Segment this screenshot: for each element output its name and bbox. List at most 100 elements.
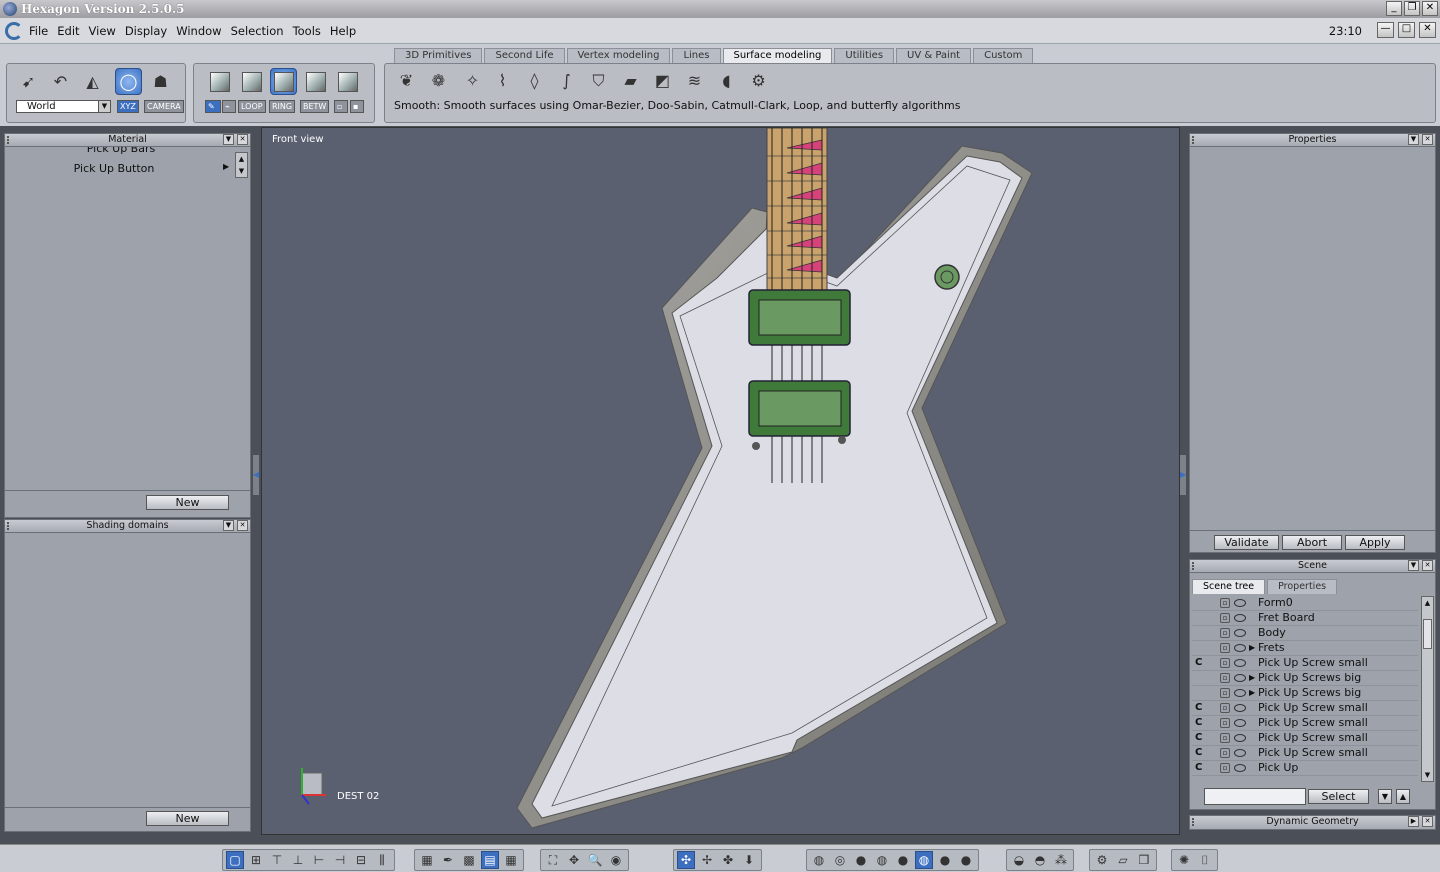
tab-scene-tree[interactable]: Scene tree bbox=[1192, 579, 1266, 594]
loop-button[interactable]: LOOP bbox=[238, 100, 266, 113]
panel-expand-icon[interactable]: ▶ bbox=[1408, 816, 1419, 827]
between-button[interactable]: BETW bbox=[300, 100, 330, 113]
minimize-button[interactable]: _ bbox=[1386, 1, 1402, 16]
lock-icon[interactable]: ▫ bbox=[1220, 613, 1230, 623]
scroll-up-icon[interactable]: ▲ bbox=[1422, 597, 1433, 609]
extrude-tool-icon[interactable]: ✧ bbox=[459, 67, 486, 94]
grid-dense-icon[interactable]: ▦ bbox=[502, 851, 520, 869]
menu-edit[interactable]: Edit bbox=[57, 24, 79, 38]
panel-menu-icon[interactable]: ▼ bbox=[1408, 134, 1419, 145]
eye-icon[interactable] bbox=[1234, 734, 1246, 742]
tab-3d-primitives[interactable]: 3D Primitives bbox=[394, 48, 483, 63]
eye-icon[interactable] bbox=[1234, 674, 1246, 682]
dynamic-geometry-header[interactable]: Dynamic Geometry ▶ ✕ bbox=[1190, 816, 1435, 829]
eye-icon[interactable] bbox=[1234, 659, 1246, 667]
material-item[interactable]: Pick Up Button bbox=[5, 162, 223, 175]
lasso-select-icon[interactable]: ⌁ bbox=[222, 100, 236, 113]
move-view-icon[interactable]: ✤ bbox=[719, 851, 737, 869]
flat-sphere-icon[interactable]: ● bbox=[852, 851, 870, 869]
eye-icon[interactable] bbox=[1234, 614, 1246, 622]
tree-row[interactable]: ▫ Body bbox=[1192, 626, 1418, 641]
chevron-up-icon[interactable]: ▲ bbox=[1396, 789, 1410, 804]
layout-two-vertical-icon[interactable]: ⫼ bbox=[373, 851, 391, 869]
layout-three-left-icon[interactable]: ⊢ bbox=[310, 851, 328, 869]
tab-lines[interactable]: Lines bbox=[672, 48, 721, 63]
tree-row[interactable]: ▫ ▶ Pick Up Screws big bbox=[1192, 686, 1418, 701]
tree-row[interactable]: C ▫ Pick Up bbox=[1192, 761, 1418, 776]
shell-tool-icon[interactable]: ⛉ bbox=[585, 67, 612, 94]
smooth-tool-icon[interactable]: ❦ bbox=[393, 67, 420, 94]
select-point-icon[interactable] bbox=[334, 68, 361, 95]
layout-three-right-icon[interactable]: ⊣ bbox=[331, 851, 349, 869]
shading-new-button[interactable]: New bbox=[146, 811, 229, 826]
eye-icon[interactable] bbox=[1234, 689, 1246, 697]
chevron-down-icon[interactable]: ▼ bbox=[1378, 789, 1392, 804]
select-auto-icon[interactable] bbox=[270, 68, 297, 95]
texture-icon[interactable]: ▱ bbox=[1114, 851, 1132, 869]
ghost-tool-icon[interactable]: ☗ bbox=[147, 68, 174, 95]
tree-row[interactable]: ▫ ▶ Frets bbox=[1192, 641, 1418, 656]
expand-arrow-icon[interactable]: ▶ bbox=[1249, 686, 1255, 700]
layout-three-bottom-icon[interactable]: ⊥ bbox=[289, 851, 307, 869]
smooth-wire-sphere-icon[interactable]: ◍ bbox=[873, 851, 891, 869]
lock-icon[interactable]: ▫ bbox=[1220, 748, 1230, 758]
coordinate-space-select[interactable]: World ▼ bbox=[16, 100, 111, 113]
lock-icon[interactable]: ▫ bbox=[1220, 598, 1230, 608]
skin-tool-icon[interactable]: ≋ bbox=[681, 67, 708, 94]
zoom-extents-icon[interactable]: ⛶ bbox=[544, 851, 562, 869]
tab-utilities[interactable]: Utilities bbox=[834, 48, 895, 63]
bowl-blue-icon[interactable]: ◓ bbox=[1031, 851, 1049, 869]
panel-close-icon[interactable]: ✕ bbox=[1422, 134, 1433, 145]
layout-quad-icon[interactable]: ⊞ bbox=[247, 851, 265, 869]
doc-close-button[interactable]: ✕ bbox=[1419, 22, 1436, 38]
chevron-right-icon[interactable]: ▶ bbox=[223, 162, 229, 171]
select-face-icon[interactable] bbox=[238, 68, 265, 95]
select-object-icon[interactable] bbox=[206, 68, 233, 95]
scene-select-button[interactable]: Select bbox=[1308, 789, 1369, 804]
panel-close-icon[interactable]: ✕ bbox=[1422, 816, 1433, 827]
color-grid-icon[interactable]: ▩ bbox=[460, 851, 478, 869]
pan-icon[interactable]: ✥ bbox=[565, 851, 583, 869]
lock-icon[interactable]: ▫ bbox=[1220, 643, 1230, 653]
menu-file[interactable]: File bbox=[29, 24, 48, 38]
tree-row[interactable]: C ▫ Pick Up Screw small bbox=[1192, 731, 1418, 746]
layout-three-top-icon[interactable]: ⊤ bbox=[268, 851, 286, 869]
shaded-sphere-icon[interactable]: ● bbox=[936, 851, 954, 869]
grid-icon[interactable]: ▦ bbox=[418, 851, 436, 869]
material-scrollbar[interactable]: ▲ ▼ bbox=[235, 152, 248, 178]
select-tool-icon[interactable]: ➹ bbox=[15, 68, 42, 95]
close-button[interactable]: ✕ bbox=[1422, 1, 1438, 16]
camera-icon[interactable]: ⌷ bbox=[1196, 851, 1214, 869]
panel-close-icon[interactable]: ✕ bbox=[237, 520, 248, 531]
menu-window[interactable]: Window bbox=[176, 24, 221, 38]
grid-plane-icon[interactable]: ▤ bbox=[481, 851, 499, 869]
tree-row[interactable]: ▫ ▶ Pick Up Screws big bbox=[1192, 671, 1418, 686]
particles-icon[interactable]: ⁂ bbox=[1052, 851, 1070, 869]
scroll-thumb[interactable] bbox=[1423, 619, 1432, 649]
tree-row[interactable]: C ▫ Pick Up Screw small bbox=[1192, 656, 1418, 671]
gear-icon[interactable]: ⚙ bbox=[1093, 851, 1111, 869]
tab-surface-modeling[interactable]: Surface modeling bbox=[722, 48, 833, 63]
smooth-sphere-icon[interactable]: ● bbox=[894, 851, 912, 869]
loft-tool-icon[interactable]: ◊ bbox=[521, 67, 548, 94]
revolve-tool-icon[interactable]: ❁ bbox=[425, 67, 452, 94]
panel-menu-icon[interactable]: ▼ bbox=[1408, 560, 1419, 571]
render-sphere-icon[interactable]: ● bbox=[957, 851, 975, 869]
gear-tool-icon[interactable]: ⚙ bbox=[745, 67, 772, 94]
scale-tool-icon[interactable]: ◭ bbox=[79, 68, 106, 95]
tab-vertex-modeling[interactable]: Vertex modeling bbox=[566, 48, 671, 63]
menu-view[interactable]: View bbox=[89, 24, 116, 38]
material-item-partial[interactable]: Pick Up Bars bbox=[5, 147, 237, 155]
expand-arrow-icon[interactable]: ▶ bbox=[1249, 671, 1255, 685]
lock-icon[interactable]: ▫ bbox=[1220, 658, 1230, 668]
tree-row[interactable]: C ▫ Pick Up Screw small bbox=[1192, 716, 1418, 731]
cap-tool-icon[interactable]: ◖ bbox=[713, 67, 740, 94]
apply-button[interactable]: Apply bbox=[1345, 535, 1405, 550]
expand-arrow-icon[interactable]: ▶ bbox=[1249, 641, 1255, 655]
menu-tools[interactable]: Tools bbox=[293, 24, 321, 38]
panel-close-icon[interactable]: ✕ bbox=[237, 134, 248, 145]
tree-row[interactable]: ▫ Form0 bbox=[1192, 596, 1418, 611]
sweep-tool-icon[interactable]: ⌇ bbox=[489, 67, 516, 94]
snap-icon[interactable]: ✒ bbox=[439, 851, 457, 869]
eye-icon[interactable] bbox=[1234, 629, 1246, 637]
